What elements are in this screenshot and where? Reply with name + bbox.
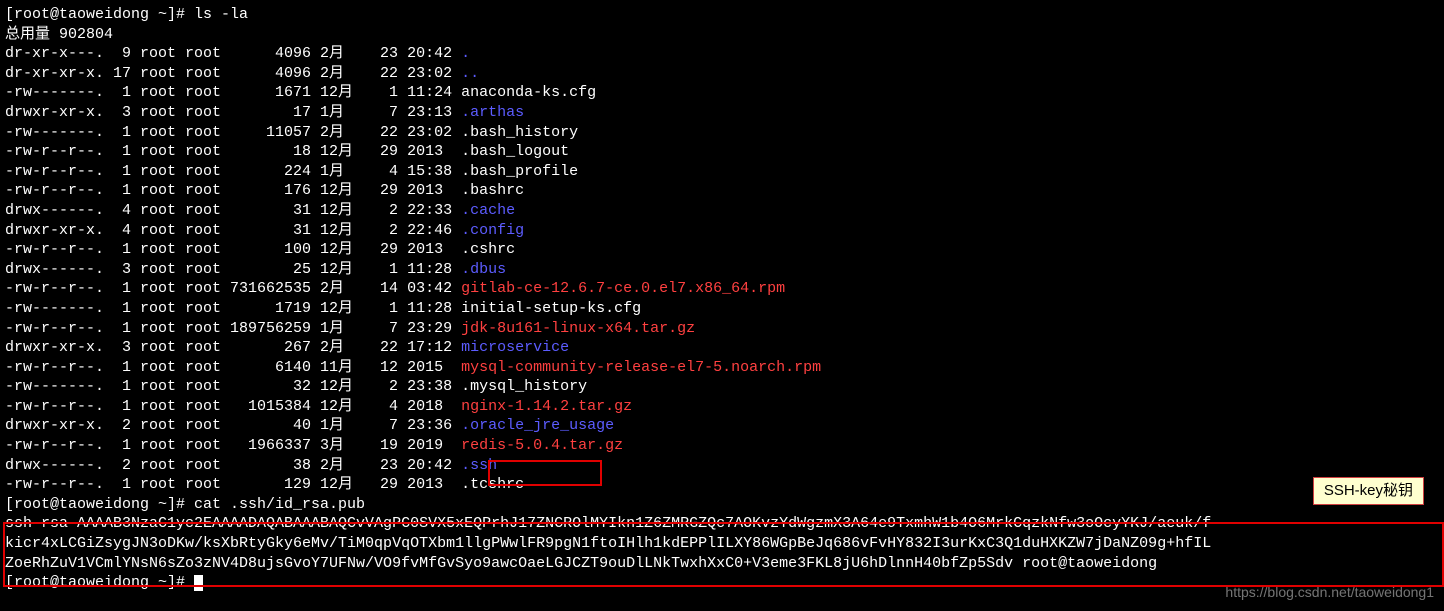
listing-row: -rw-r--r--. 1 root root 1015384 12月 4 20… [5, 397, 1439, 417]
listing-filename: mysql-community-release-el7-5.noarch.rpm [461, 359, 821, 376]
total-line: 总用量 902804 [5, 25, 1439, 45]
ssh-key-output: ssh-rsa AAAAB3NzaC1yc2EAAAADAQABAAABAQCv… [5, 514, 1439, 573]
listing-meta: drwxr-xr-x. 3 root root 267 2月 22 17:12 [5, 339, 461, 356]
listing-meta: drwxr-xr-x. 3 root root 17 1月 7 23:13 [5, 104, 461, 121]
listing-filename: .. [461, 65, 479, 82]
listing-meta: -rw-r--r--. 1 root root 189756259 1月 7 2… [5, 320, 461, 337]
listing-meta: drwx------. 3 root root 25 12月 1 11:28 [5, 261, 461, 278]
listing-filename: gitlab-ce-12.6.7-ce.0.el7.x86_64.rpm [461, 280, 785, 297]
listing-row: drwx------. 3 root root 25 12月 1 11:28 .… [5, 260, 1439, 280]
listing-filename: .bashrc [461, 182, 524, 199]
listing-meta: drwxr-xr-x. 4 root root 31 12月 2 22:46 [5, 222, 461, 239]
file-listing: dr-xr-x---. 9 root root 4096 2月 23 20:42… [5, 44, 1439, 495]
listing-row: drwx------. 4 root root 31 12月 2 22:33 .… [5, 201, 1439, 221]
listing-filename: .ssh [461, 457, 497, 474]
listing-row: -rw-r--r--. 1 root root 129 12月 29 2013 … [5, 475, 1439, 495]
listing-filename: .bash_history [461, 124, 578, 141]
listing-filename: nginx-1.14.2.tar.gz [461, 398, 632, 415]
cursor [194, 575, 203, 591]
watermark: https://blog.csdn.net/taoweidong1 [1225, 583, 1434, 603]
listing-row: -rw-r--r--. 1 root root 1966337 3月 19 20… [5, 436, 1439, 456]
listing-filename: .bash_profile [461, 163, 578, 180]
listing-row: -rw-r--r--. 1 root root 224 1月 4 15:38 .… [5, 162, 1439, 182]
listing-meta: -rw-r--r--. 1 root root 18 12月 29 2013 [5, 143, 461, 160]
terminal-output[interactable]: [root@taoweidong ~]# ls -la 总用量 902804 d… [5, 5, 1439, 593]
listing-meta: -rw-r--r--. 1 root root 129 12月 29 2013 [5, 476, 461, 493]
listing-row: drwxr-xr-x. 2 root root 40 1月 7 23:36 .o… [5, 416, 1439, 436]
listing-meta: drwx------. 4 root root 31 12月 2 22:33 [5, 202, 461, 219]
listing-meta: drwxr-xr-x. 2 root root 40 1月 7 23:36 [5, 417, 461, 434]
command-text: ls -la [194, 6, 248, 23]
prompt-line-1: [root@taoweidong ~]# ls -la [5, 5, 1439, 25]
listing-meta: -rw-r--r--. 1 root root 1966337 3月 19 20… [5, 437, 461, 454]
listing-filename: .arthas [461, 104, 524, 121]
listing-row: -rw-r--r--. 1 root root 6140 11月 12 2015… [5, 358, 1439, 378]
ssh-key-line: ssh-rsa AAAAB3NzaC1yc2EAAAADAQABAAABAQCv… [5, 514, 1439, 534]
listing-row: drwxr-xr-x. 3 root root 17 1月 7 23:13 .a… [5, 103, 1439, 123]
listing-meta: -rw-r--r--. 1 root root 731662535 2月 14 … [5, 280, 461, 297]
listing-meta: -rw-------. 1 root root 32 12月 2 23:38 [5, 378, 461, 395]
prompt-text: [root@taoweidong ~]# [5, 496, 194, 513]
prompt-line-3: [root@taoweidong ~]# [5, 573, 1439, 593]
command-text: cat .ssh/id_rsa.pub [194, 496, 365, 513]
listing-row: -rw-------. 1 root root 32 12月 2 23:38 .… [5, 377, 1439, 397]
listing-row: -rw-r--r--. 1 root root 18 12月 29 2013 .… [5, 142, 1439, 162]
listing-filename: .config [461, 222, 524, 239]
ssh-key-line: kicr4xLCGiZsygJN3oDKw/ksXbRtyGky6eMv/TiM… [5, 534, 1439, 554]
listing-meta: -rw-------. 1 root root 11057 2月 22 23:0… [5, 124, 461, 141]
listing-meta: dr-xr-xr-x. 17 root root 4096 2月 22 23:0… [5, 65, 461, 82]
listing-filename: .bash_logout [461, 143, 569, 160]
listing-row: -rw-------. 1 root root 1719 12月 1 11:28… [5, 299, 1439, 319]
listing-meta: -rw-------. 1 root root 1719 12月 1 11:28 [5, 300, 461, 317]
listing-filename: initial-setup-ks.cfg [461, 300, 641, 317]
listing-filename: anaconda-ks.cfg [461, 84, 596, 101]
listing-meta: drwx------. 2 root root 38 2月 23 20:42 [5, 457, 461, 474]
listing-row: -rw-r--r--. 1 root root 176 12月 29 2013 … [5, 181, 1439, 201]
listing-row: -rw-r--r--. 1 root root 189756259 1月 7 2… [5, 319, 1439, 339]
listing-filename: .dbus [461, 261, 506, 278]
listing-row: -rw-r--r--. 1 root root 100 12月 29 2013 … [5, 240, 1439, 260]
listing-filename: redis-5.0.4.tar.gz [461, 437, 623, 454]
listing-filename: .oracle_jre_usage [461, 417, 614, 434]
listing-row: dr-xr-x---. 9 root root 4096 2月 23 20:42… [5, 44, 1439, 64]
listing-filename: .cshrc [461, 241, 515, 258]
listing-filename: jdk-8u161-linux-x64.tar.gz [461, 320, 695, 337]
listing-meta: -rw-r--r--. 1 root root 6140 11月 12 2015 [5, 359, 461, 376]
listing-meta: -rw-r--r--. 1 root root 1015384 12月 4 20… [5, 398, 461, 415]
ssh-key-line: ZoeRhZuV1VCmlYNsN6sZo3zNV4D8ujsGvoY7UFNw… [5, 554, 1439, 574]
listing-filename: microservice [461, 339, 569, 356]
listing-row: dr-xr-xr-x. 17 root root 4096 2月 22 23:0… [5, 64, 1439, 84]
listing-meta: -rw-r--r--. 1 root root 224 1月 4 15:38 [5, 163, 461, 180]
prompt-text: [root@taoweidong ~]# [5, 574, 194, 591]
listing-row: -rw-r--r--. 1 root root 731662535 2月 14 … [5, 279, 1439, 299]
ssh-key-callout: SSH-key秘钥 [1313, 477, 1424, 505]
prompt-line-2: [root@taoweidong ~]# cat .ssh/id_rsa.pub [5, 495, 1439, 515]
listing-row: drwxr-xr-x. 3 root root 267 2月 22 17:12 … [5, 338, 1439, 358]
prompt-text: [root@taoweidong ~]# [5, 6, 194, 23]
listing-meta: -rw-r--r--. 1 root root 176 12月 29 2013 [5, 182, 461, 199]
listing-filename: .mysql_history [461, 378, 587, 395]
listing-meta: -rw-r--r--. 1 root root 100 12月 29 2013 [5, 241, 461, 258]
listing-row: drwx------. 2 root root 38 2月 23 20:42 .… [5, 456, 1439, 476]
listing-row: -rw-------. 1 root root 1671 12月 1 11:24… [5, 83, 1439, 103]
listing-filename: .tcshrc [461, 476, 524, 493]
callout-text: SSH-key秘钥 [1324, 482, 1413, 499]
listing-meta: -rw-------. 1 root root 1671 12月 1 11:24 [5, 84, 461, 101]
listing-row: -rw-------. 1 root root 11057 2月 22 23:0… [5, 123, 1439, 143]
listing-filename: . [461, 45, 470, 62]
listing-filename: .cache [461, 202, 515, 219]
listing-row: drwxr-xr-x. 4 root root 31 12月 2 22:46 .… [5, 221, 1439, 241]
listing-meta: dr-xr-x---. 9 root root 4096 2月 23 20:42 [5, 45, 461, 62]
